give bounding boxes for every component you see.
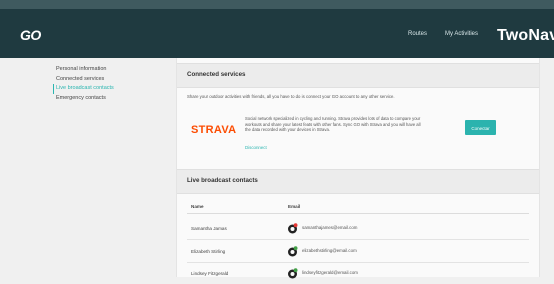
sidebar-item-connected-services[interactable]: Connected services bbox=[56, 75, 166, 85]
table-row: Samantha Jamas samanthajames@email.com bbox=[177, 218, 539, 239]
live-broadcast-title: Live broadcast contacts bbox=[187, 177, 258, 184]
contact-name: Elizabeth Stirling bbox=[191, 249, 226, 254]
contact-email: samanthajames@email.com bbox=[302, 225, 358, 230]
column-header-email: Email bbox=[288, 204, 301, 209]
connected-services-header: Connected services bbox=[177, 63, 539, 88]
connected-services-title: Connected services bbox=[187, 71, 246, 78]
contact-avatar-icon bbox=[287, 266, 298, 279]
strava-logo: STRAVA bbox=[191, 124, 237, 136]
contact-avatar-icon bbox=[287, 221, 298, 234]
connected-services-intro: Share your outdoor activities with frien… bbox=[187, 94, 395, 99]
column-header-name: Name bbox=[191, 204, 204, 209]
header-divider bbox=[187, 213, 529, 214]
twonav-brand-logo[interactable]: TwoNav bbox=[497, 27, 554, 45]
nav-routes-link[interactable]: Routes bbox=[408, 31, 427, 37]
strava-disconnect-link[interactable]: Disconnect bbox=[245, 145, 267, 150]
settings-panel: Connected services Share your outdoor ac… bbox=[176, 58, 540, 279]
sidebar-item-personal-information[interactable]: Personal information bbox=[56, 65, 166, 75]
contact-name: Samantha Jamas bbox=[191, 226, 227, 231]
strava-description: Social network specialized in cycling an… bbox=[245, 116, 421, 133]
row-divider bbox=[187, 239, 529, 240]
contact-email: lindseyfitzgerald@email.com bbox=[302, 270, 358, 275]
sidebar-item-live-broadcast-contacts[interactable]: Live broadcast contacts bbox=[53, 84, 166, 94]
live-broadcast-header: Live broadcast contacts bbox=[177, 169, 539, 194]
contact-avatar-icon bbox=[287, 244, 298, 257]
strava-connect-button[interactable]: Conectar bbox=[465, 120, 496, 135]
top-strip bbox=[0, 0, 554, 9]
sidebar-item-emergency-contacts[interactable]: Emergency contacts bbox=[56, 94, 166, 104]
contact-email: elizabethstirling@email.com bbox=[302, 248, 357, 253]
table-row: Lindsey Fitzgerald lindseyfitzgerald@ema… bbox=[177, 263, 539, 284]
go-logo[interactable]: GO bbox=[20, 27, 41, 43]
table-row: Elizabeth Stirling elizabethstirling@ema… bbox=[177, 241, 539, 262]
contact-name: Lindsey Fitzgerald bbox=[191, 271, 229, 276]
settings-sidebar: Personal information Connected services … bbox=[53, 65, 166, 104]
nav-my-activities-link[interactable]: My Activities bbox=[445, 31, 478, 37]
